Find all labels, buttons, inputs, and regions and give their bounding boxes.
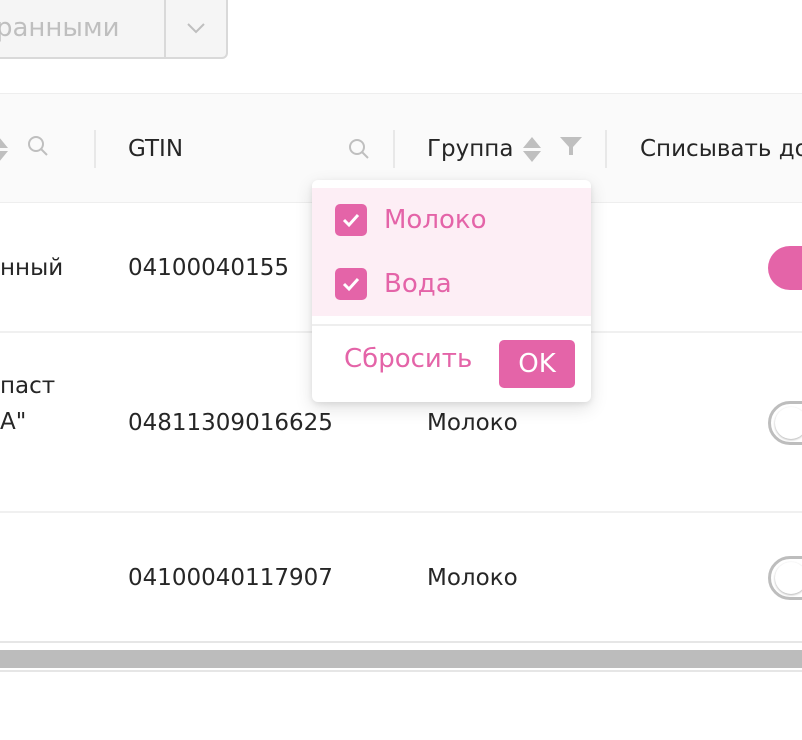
table-row[interactable]: 04100040117907 Молоко <box>0 513 802 643</box>
popup-divider <box>312 324 591 326</box>
product-name-cell-line2: A" <box>0 409 27 435</box>
filter-option-label: Вода <box>384 269 452 299</box>
apply-filter-button[interactable]: OK <box>499 340 575 388</box>
checkbox-checked-icon[interactable] <box>335 268 367 300</box>
writeoff-toggle[interactable] <box>768 556 802 600</box>
column-divider <box>94 130 96 168</box>
writeoff-toggle[interactable] <box>768 246 802 290</box>
gtin-cell: 04811309016625 <box>128 410 333 436</box>
column-writeoff-header[interactable]: Списывать до <box>640 94 802 204</box>
filter-option-milk[interactable]: Молоко <box>312 188 591 252</box>
filter-option-water[interactable]: Вода <box>312 252 591 316</box>
filter-option-label: Молоко <box>384 205 487 235</box>
table-bottom-border <box>0 641 802 643</box>
footer-divider <box>0 670 802 672</box>
writeoff-toggle[interactable] <box>768 401 802 445</box>
sort-icon[interactable] <box>0 136 8 162</box>
sort-icon[interactable] <box>523 136 542 162</box>
gtin-cell: 04100040117907 <box>128 565 333 591</box>
column-group-title: Группа <box>427 136 514 162</box>
column-divider <box>393 130 395 168</box>
product-name-cell: паст <box>0 373 56 399</box>
column-name-header[interactable] <box>0 94 50 204</box>
group-cell: Молоко <box>427 565 518 591</box>
column-divider <box>605 130 607 168</box>
bulk-action-label: ранными <box>0 12 120 43</box>
bulk-action-dropdown[interactable]: ранными <box>0 0 228 59</box>
reset-filter-button[interactable]: Сбросить <box>344 344 472 374</box>
column-gtin-header[interactable]: GTIN <box>128 94 183 204</box>
column-gtin-title: GTIN <box>128 136 184 162</box>
product-name-cell: нный <box>0 255 64 281</box>
checkbox-checked-icon[interactable] <box>335 204 367 236</box>
group-filter-dropdown: Молоко Вода Сбросить OK <box>312 180 591 402</box>
search-icon[interactable] <box>26 134 50 164</box>
gtin-cell: 04100040155 <box>128 255 289 281</box>
horizontal-scrollbar[interactable] <box>0 650 802 668</box>
chevron-down-icon[interactable] <box>166 0 226 57</box>
column-writeoff-title: Списывать до <box>640 136 802 162</box>
filter-icon[interactable] <box>559 135 583 163</box>
group-cell: Молоко <box>427 410 518 436</box>
